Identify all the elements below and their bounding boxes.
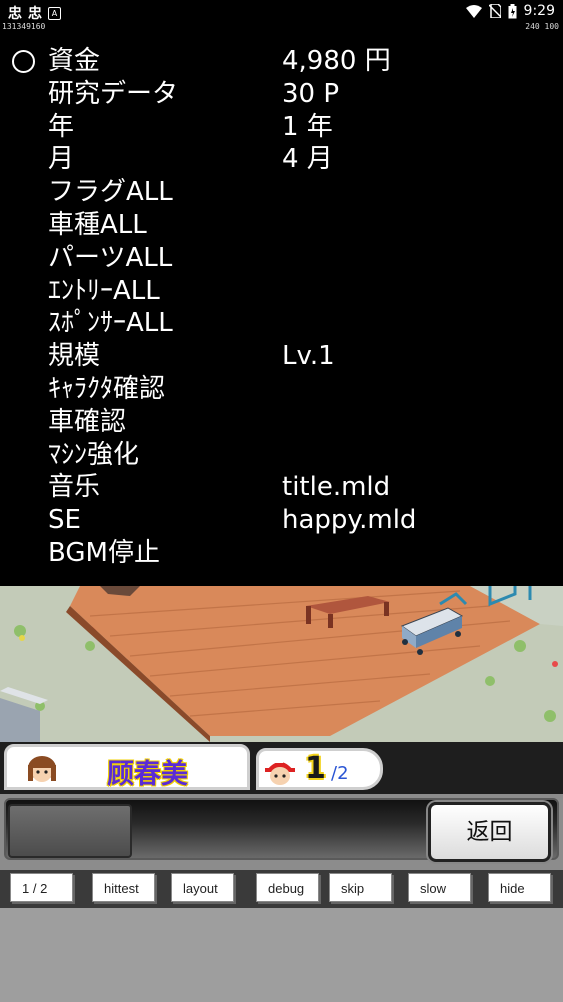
- menu-label: 車種ALL: [48, 209, 147, 240]
- menu-row-research-data[interactable]: 研究データ 30 P: [0, 78, 563, 111]
- back-button[interactable]: 返回: [428, 802, 551, 862]
- menu-label: ｷｬﾗｸﾀ確認: [48, 373, 166, 404]
- menu-label: BGM停止: [48, 537, 160, 568]
- menu-row-car-check[interactable]: 車確認: [0, 406, 563, 439]
- status-bar-left: 忠 忠 A: [8, 3, 61, 23]
- menu-row-flag-all[interactable]: フラグALL: [0, 176, 563, 209]
- page-indicator-tab[interactable]: 1 /2: [256, 748, 383, 790]
- battery-icon: [508, 3, 517, 18]
- menu-row-month[interactable]: 月 4 月: [0, 143, 563, 176]
- debug-counter-left: 131349160: [2, 22, 46, 31]
- menu-label: 規模: [48, 341, 101, 372]
- debug-counter-right: 240 100: [525, 22, 559, 31]
- debug-button[interactable]: debug: [256, 873, 319, 902]
- menu-label: ｴﾝﾄﾘｰALL: [48, 275, 160, 306]
- notification-icon: 忠: [8, 6, 22, 22]
- layout-button[interactable]: layout: [171, 873, 234, 902]
- skip-button[interactable]: skip: [329, 873, 392, 902]
- garage-floor-illustration: [0, 586, 563, 742]
- menu-row-music[interactable]: 音乐 title.mld: [0, 471, 563, 504]
- hide-button[interactable]: hide: [488, 873, 551, 902]
- menu-row-car-type-all[interactable]: 車種ALL: [0, 209, 563, 242]
- speaker-name-plate: [8, 804, 132, 858]
- menu-row-parts-all[interactable]: パーツALL: [0, 242, 563, 275]
- menu-value: 4 月: [282, 144, 333, 175]
- debug-button-row: 1 / 2 hittest layout debug skip slow hid…: [0, 870, 563, 908]
- menu-label: 研究データ: [48, 78, 179, 109]
- selection-cursor-icon: [12, 50, 35, 73]
- menu-row-entry-all[interactable]: ｴﾝﾄﾘｰALL: [0, 275, 563, 308]
- character-name: 顾春美: [107, 759, 188, 790]
- menu-label: ｽﾎﾟﾝｻｰALL: [48, 308, 173, 339]
- menu-row-year[interactable]: 年 1 年: [0, 111, 563, 144]
- menu-label: 音乐: [48, 472, 101, 503]
- wifi-icon: [465, 4, 482, 18]
- menu-value: 1 年: [282, 111, 333, 142]
- hittest-button[interactable]: hittest: [92, 873, 155, 902]
- menu-label: パーツALL: [48, 242, 173, 273]
- notification-icon: 忠: [28, 6, 42, 22]
- menu-label: SE: [48, 505, 81, 536]
- clock: 9:29: [523, 3, 555, 19]
- game-scene[interactable]: [0, 586, 563, 742]
- menu-label: 月: [48, 144, 75, 175]
- menu-row-se[interactable]: SE happy.mld: [0, 504, 563, 537]
- menu-value: happy.mld: [282, 505, 417, 536]
- menu-row-funds[interactable]: 資金 4,980 円: [0, 45, 563, 78]
- status-bar-right: 9:29: [465, 3, 555, 19]
- menu-label: 年: [48, 111, 75, 142]
- menu-value: title.mld: [282, 472, 391, 503]
- slow-button[interactable]: slow: [408, 873, 471, 902]
- page-current: 1: [305, 751, 326, 786]
- menu-value: 4,980 円: [282, 46, 391, 76]
- menu-label: 車確認: [48, 406, 127, 437]
- menu-value: Lv.1: [282, 341, 335, 372]
- menu-row-bgm-stop[interactable]: BGM停止: [0, 537, 563, 570]
- menu-label: ﾏｼﾝ強化: [48, 439, 140, 470]
- app-notification-icon: A: [48, 6, 61, 20]
- menu-label: フラグALL: [48, 177, 173, 208]
- character-name-tab[interactable]: 顾春美: [4, 744, 250, 790]
- character-tab-bar: 顾春美 1 /2: [0, 742, 563, 794]
- menu-row-character-check[interactable]: ｷｬﾗｸﾀ確認: [0, 373, 563, 406]
- menu-row-scale[interactable]: 規模 Lv.1: [0, 340, 563, 373]
- girl-avatar-icon: [28, 756, 56, 782]
- debug-menu: 資金 4,980 円 研究データ 30 P 年 1 年 月 4 月 フラグALL…: [0, 45, 563, 570]
- status-bar: 忠 忠 A 9:29 131349160 240 100: [0, 0, 563, 31]
- menu-label: 資金: [48, 46, 101, 76]
- page-toggle-button[interactable]: 1 / 2: [10, 873, 73, 902]
- page-total: /2: [331, 763, 349, 784]
- empty-area: [0, 908, 563, 1002]
- no-sim-icon: [488, 4, 501, 18]
- menu-value: 30 P: [282, 78, 340, 109]
- racer-avatar-icon: [265, 759, 295, 785]
- menu-row-sponsor-all[interactable]: ｽﾎﾟﾝｻｰALL: [0, 307, 563, 340]
- menu-row-machine-upgrade[interactable]: ﾏｼﾝ強化: [0, 439, 563, 472]
